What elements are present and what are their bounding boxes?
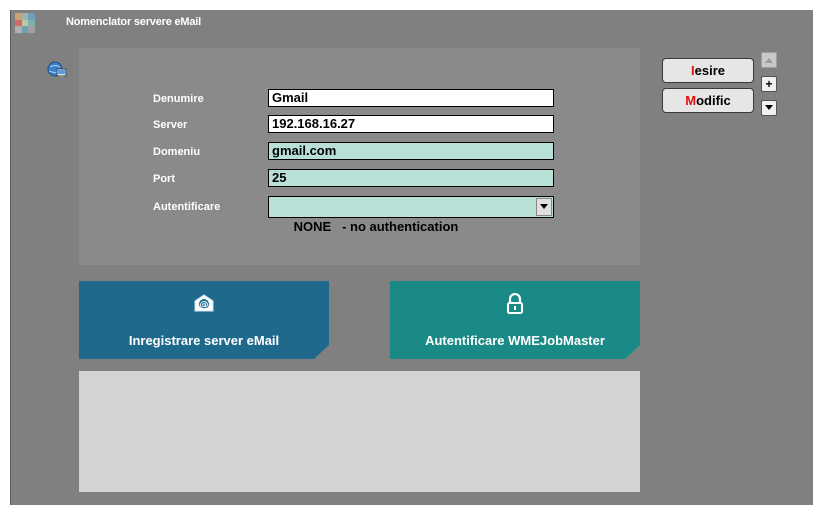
app-grid-icon xyxy=(15,13,35,33)
title-bar: Nomenclator servere eMail xyxy=(11,10,813,36)
authentication-tile[interactable]: Autentificare WMEJobMaster xyxy=(390,281,640,359)
server-label: Server xyxy=(153,119,188,131)
arrow-down-icon[interactable] xyxy=(761,100,777,116)
modific-label: odific xyxy=(696,93,731,108)
chevron-down-icon[interactable] xyxy=(536,198,552,216)
details-area xyxy=(79,371,640,492)
main-window: Nomenclator servere eMail Denumire Gmail… xyxy=(10,10,813,505)
iesire-button[interactable]: Iesire xyxy=(662,58,754,83)
denumire-field[interactable]: Gmail xyxy=(268,89,554,107)
padlock-icon xyxy=(506,292,524,318)
arrow-up-icon[interactable] xyxy=(761,52,777,68)
denumire-label: Denumire xyxy=(153,93,204,105)
globe-computer-icon[interactable] xyxy=(47,60,67,80)
modific-button[interactable]: Modific xyxy=(662,88,754,113)
modific-hotkey: M xyxy=(685,93,697,108)
autentificare-value: NONE - no authentication xyxy=(293,219,459,234)
email-at-icon: @ xyxy=(193,293,215,316)
port-field[interactable]: 25 xyxy=(268,169,554,187)
window-title: Nomenclator servere eMail xyxy=(66,16,202,28)
iesire-label: esire xyxy=(694,63,725,78)
server-field[interactable]: 192.168.16.27 xyxy=(268,115,554,133)
register-email-server-label: Inregistrare server eMail xyxy=(128,333,280,348)
autentificare-select[interactable]: NONE - no authentication xyxy=(268,196,554,234)
register-email-server-tile[interactable]: @ Inregistrare server eMail xyxy=(79,281,329,359)
svg-text:@: @ xyxy=(200,301,209,311)
autentificare-label: Autentificare xyxy=(153,201,221,213)
plus-button[interactable]: + xyxy=(761,76,777,92)
port-label: Port xyxy=(153,173,175,185)
form-panel: Denumire Gmail Server 192.168.16.27 Dome… xyxy=(79,48,640,265)
authentication-label: Autentificare WMEJobMaster xyxy=(425,333,605,348)
domeniu-field[interactable]: gmail.com xyxy=(268,142,554,160)
domeniu-label: Domeniu xyxy=(153,146,201,158)
